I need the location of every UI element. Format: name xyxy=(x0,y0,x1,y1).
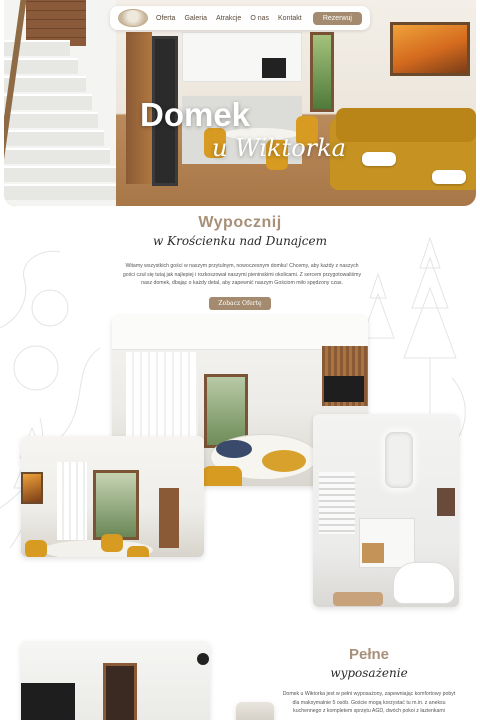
nav-link-o-nas[interactable]: O nas xyxy=(250,15,269,22)
dining-room-photo xyxy=(21,436,204,557)
interior-photo xyxy=(21,641,210,720)
staircase-image xyxy=(4,0,116,206)
intro-heading: Wypocznij xyxy=(198,214,282,231)
nav-link-atrakcje[interactable]: Atrakcje xyxy=(216,15,241,22)
hero-banner: Domek u Wiktorka xyxy=(4,0,476,206)
microwave xyxy=(262,58,286,78)
reserve-button[interactable]: Rezerwuj xyxy=(312,11,362,25)
nav-link-kontakt[interactable]: Kontakt xyxy=(278,15,302,22)
bathroom-photo xyxy=(313,414,459,607)
nav-link-oferta[interactable]: Oferta xyxy=(156,15,175,22)
top-navigation: Oferta Galeria Atrakcje O nas Kontakt Re… xyxy=(110,6,370,30)
hero-subtitle: u Wiktorka xyxy=(212,134,346,162)
towel xyxy=(432,170,466,184)
equipment-heading: Pełne xyxy=(348,646,390,663)
nav-link-galeria[interactable]: Galeria xyxy=(184,15,207,22)
intro-subheading: w Krościenku nad Dunajcem xyxy=(153,234,327,248)
towel xyxy=(362,152,396,166)
equipment-subheading: wyposażenie xyxy=(330,666,408,680)
see-offer-button[interactable]: Zobacz Ofertę xyxy=(209,297,271,310)
window xyxy=(310,32,334,112)
wall-painting xyxy=(390,22,470,76)
small-photo xyxy=(236,702,274,720)
equipment-text: Domek u Wiktorka jest w pełni wyposażony… xyxy=(282,691,456,715)
hero-title: Domek xyxy=(140,96,251,133)
intro-text: Witamy wszystkich gości w naszym przytul… xyxy=(122,263,362,287)
house-logo-icon[interactable] xyxy=(118,9,148,27)
